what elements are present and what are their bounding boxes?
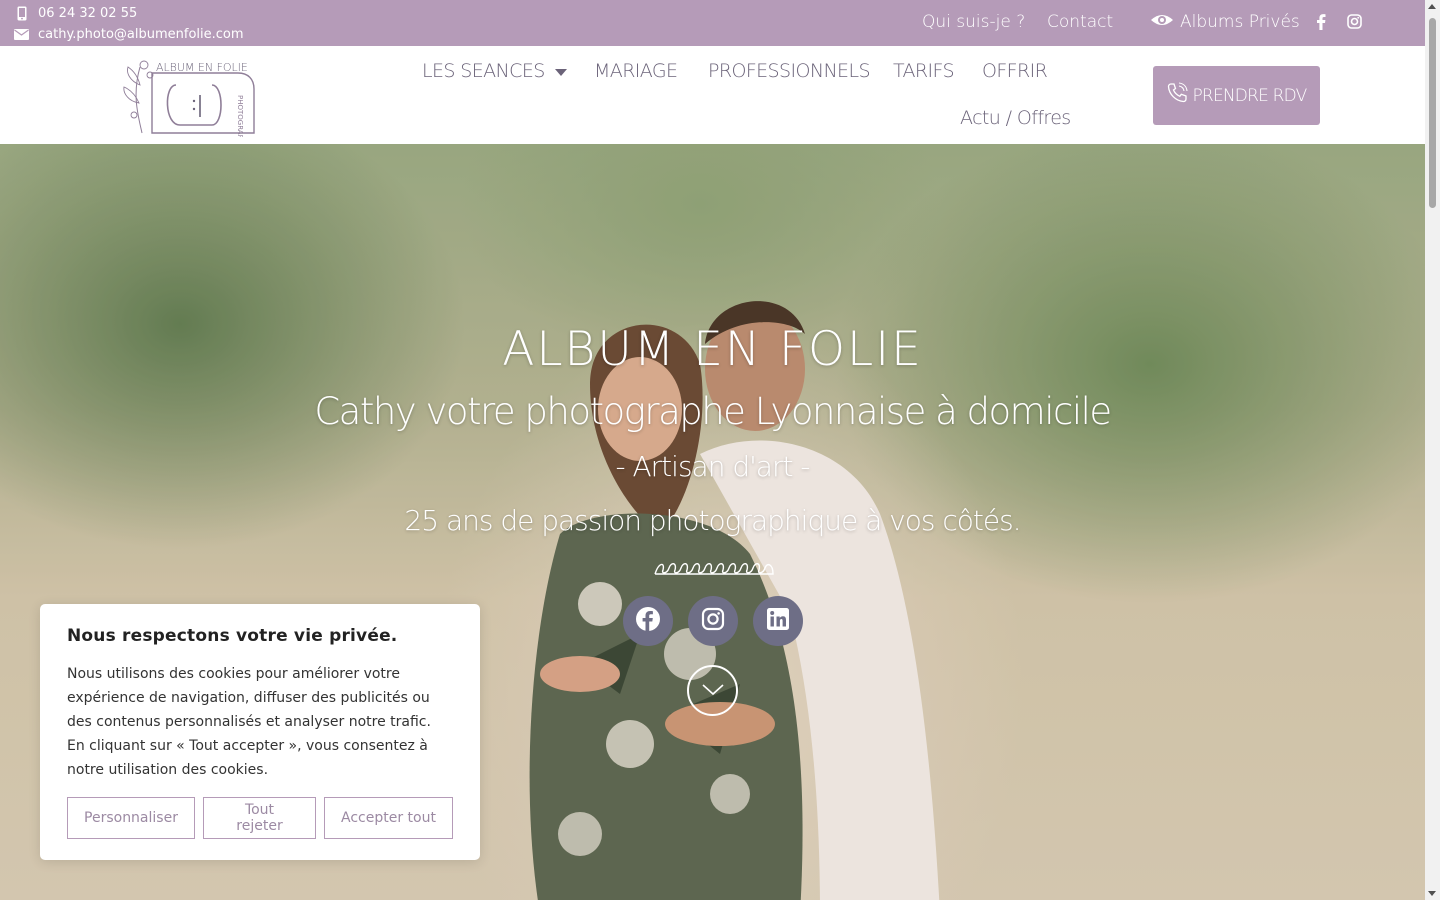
mobile-phone-icon: [14, 6, 29, 21]
scroll-down-arrow-icon[interactable]: [1428, 891, 1436, 896]
nav-item-seances[interactable]: LES SEANCES: [422, 60, 567, 82]
instagram-icon: [701, 607, 725, 635]
scrollbar-thumb[interactable]: [1429, 18, 1436, 208]
chevron-down-icon: [701, 681, 724, 700]
facebook-icon[interactable]: [1316, 14, 1326, 34]
instagram-button[interactable]: [688, 596, 738, 646]
decorative-flourish: [654, 563, 774, 575]
customize-button[interactable]: Personnaliser: [67, 797, 195, 839]
hero-tagline: Cathy votre photographe Lyonnaise à domi…: [314, 390, 1112, 433]
main-header: PHOTOGRAPHIE ALBUM EN FOLIE LES SEANCES …: [0, 46, 1425, 151]
phone-call-icon: [1166, 82, 1189, 109]
albums-link[interactable]: Albums Privés: [1150, 12, 1300, 32]
envelope-icon: [14, 27, 29, 42]
cta-label: PRENDRE RDV: [1192, 85, 1307, 106]
phone-number[interactable]: 06 24 32 02 55: [38, 3, 137, 24]
instagram-icon[interactable]: [1347, 14, 1362, 33]
email-address[interactable]: cathy.photo@albumenfolie.com: [38, 24, 244, 45]
page-scrollbar[interactable]: [1425, 0, 1440, 900]
nav-item-mariage[interactable]: MARIAGE: [594, 60, 678, 82]
facebook-icon: [635, 606, 661, 636]
logo-side-text: PHOTOGRAPHIE: [236, 95, 244, 137]
hero-brand: ALBUM EN FOLIE: [502, 322, 923, 377]
nav-item-actu-offres[interactable]: Actu / Offres: [960, 107, 1071, 129]
facebook-button[interactable]: [623, 596, 673, 646]
phone-row[interactable]: 06 24 32 02 55: [14, 3, 244, 24]
linkedin-icon: [767, 608, 789, 634]
email-row[interactable]: cathy.photo@albumenfolie.com: [14, 24, 244, 45]
cookie-title: Nous respectons votre vie privée.: [67, 626, 398, 646]
caret-down-icon: [554, 60, 567, 82]
contact-link[interactable]: Contact: [1047, 12, 1113, 32]
cookie-consent-banner: Nous respectons votre vie privée. Nous u…: [40, 604, 480, 860]
eye-icon: [1150, 12, 1174, 32]
linkedin-button[interactable]: [753, 596, 803, 646]
contact-info: 06 24 32 02 55 cathy.photo@albumenfolie.…: [14, 3, 244, 45]
scroll-up-arrow-icon[interactable]: [1428, 4, 1436, 9]
nav-label-seances: LES SEANCES: [422, 60, 545, 82]
cookie-buttons: Personnaliser Tout rejeter Accepter tout: [67, 797, 453, 839]
top-bar: 06 24 32 02 55 cathy.photo@albumenfolie.…: [0, 0, 1425, 46]
logo-text: ALBUM EN FOLIE: [156, 61, 248, 74]
scroll-down-button[interactable]: [687, 665, 738, 716]
nav-item-tarifs[interactable]: TARIFS: [893, 60, 955, 82]
reject-all-button[interactable]: Tout rejeter: [203, 797, 316, 839]
hero-artisan: - Artisan d'art -: [615, 450, 811, 483]
nav-item-professionnels[interactable]: PROFESSIONNELS: [708, 60, 871, 82]
hero-social-links: [623, 596, 803, 646]
cookie-body: Nous utilisons des cookies pour améliore…: [67, 666, 431, 778]
accept-all-button[interactable]: Accepter tout: [324, 797, 453, 839]
nav-item-offrir[interactable]: OFFRIR: [982, 60, 1048, 82]
about-link[interactable]: Qui suis-je ?: [922, 12, 1025, 32]
hero-passion: 25 ans de passion photographique à vos c…: [404, 504, 1021, 537]
site-logo[interactable]: PHOTOGRAPHIE ALBUM EN FOLIE: [120, 55, 260, 151]
albums-label: Albums Privés: [1180, 12, 1300, 32]
book-appointment-button[interactable]: PRENDRE RDV: [1153, 66, 1320, 125]
